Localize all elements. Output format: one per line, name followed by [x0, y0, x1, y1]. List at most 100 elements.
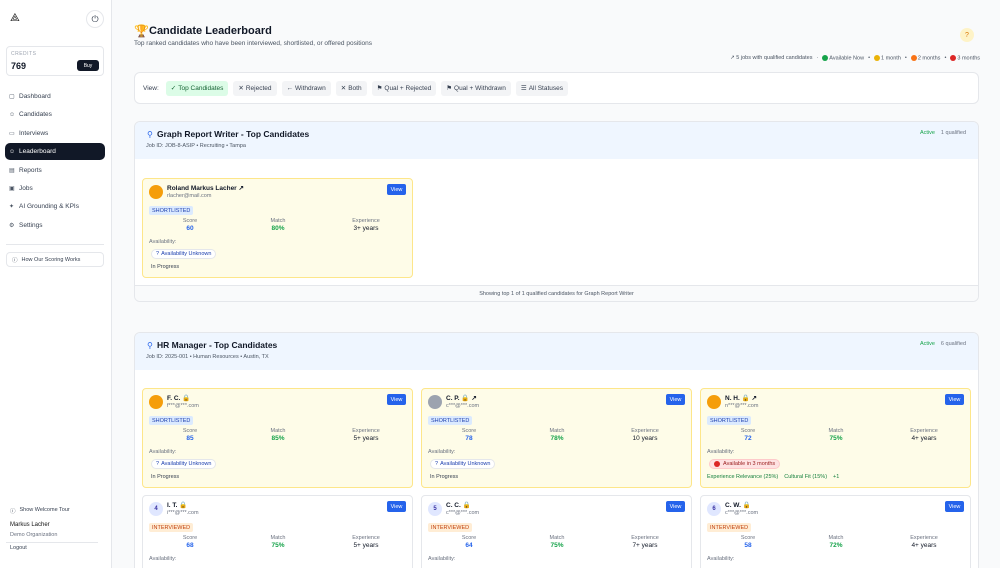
- user-org: Demo Organization: [10, 532, 58, 538]
- chip-label: Withdrawn: [295, 84, 326, 92]
- sidebar-item-leaderboard[interactable]: ☺ Leaderboard: [5, 143, 105, 161]
- filter-qual-withdrawn[interactable]: ⚑ Qual + Withdrawn: [441, 80, 511, 96]
- legend-dot: [910, 55, 917, 61]
- sidebar-item-label: Candidates: [19, 111, 52, 119]
- job-status: Active 1 qualified: [920, 130, 966, 136]
- app-logo-icon: ⟁: [10, 12, 20, 24]
- experience-stat: Experience 3+ years: [331, 218, 401, 232]
- filter-withdrawn[interactable]: ← Withdrawn: [281, 80, 331, 96]
- stat-label: Experience: [910, 535, 938, 541]
- sidebar-item-label: Jobs: [19, 184, 33, 192]
- candidate-email: i***@***.com: [167, 510, 199, 516]
- power-icon[interactable]: ⏻: [86, 10, 104, 28]
- candidate-card[interactable]: N. H. 🔒 ↗ n***@***.com View SHORTLISTED …: [700, 388, 971, 488]
- scoring-label: How Our Scoring Works: [21, 256, 81, 263]
- stat-value: 64: [465, 542, 473, 549]
- buy-credits-button[interactable]: Buy: [77, 60, 99, 71]
- red-dot-icon: [714, 461, 720, 467]
- sidebar-item-jobs[interactable]: ▣ Jobs: [5, 180, 105, 197]
- filter-both[interactable]: ✕ Both: [335, 80, 367, 96]
- sidebar-item-reports[interactable]: ▤ Reports: [5, 162, 105, 179]
- arrow-left-icon: ←: [286, 84, 294, 92]
- progress-status: In Progress: [151, 474, 180, 480]
- match-stat: Match 75%: [801, 428, 871, 442]
- experience-stat: Experience 4+ years: [889, 428, 959, 442]
- filter-all-statuses[interactable]: ☰ All Statuses: [515, 80, 569, 96]
- candidate-card[interactable]: Roland Markus Lacher ↗ rlacher@mail.com …: [142, 178, 413, 278]
- candidate-name: C. P. 🔒 ↗: [446, 395, 477, 402]
- job-section-header: ⚲ Graph Report Writer - Top Candidates J…: [135, 122, 978, 159]
- legend-item: 2 months: [910, 55, 940, 61]
- view-button[interactable]: View: [387, 501, 406, 512]
- availability-legend: ↗ 5 jobs with qualified candidates · Ava…: [730, 55, 980, 62]
- scoring-info-button[interactable]: ⓘ How Our Scoring Works: [6, 252, 104, 267]
- page-subtitle: Top ranked candidates who have been inte…: [134, 40, 372, 47]
- sidebar-item-interviews[interactable]: ▭ Interviews: [5, 125, 105, 142]
- section-footer: Showing top 1 of 1 qualified candidates …: [135, 285, 978, 301]
- info-icon: ⓘ: [12, 257, 18, 264]
- flag-icon: ⚑: [446, 85, 453, 92]
- availability-text: Availability Unknown: [440, 461, 491, 467]
- candidate-name: I. T. 🔒: [167, 502, 188, 509]
- legend-dot: [950, 55, 957, 61]
- view-button[interactable]: View: [387, 394, 406, 405]
- stat-value: 85: [186, 435, 194, 442]
- view-button[interactable]: View: [666, 394, 685, 405]
- help-icon[interactable]: ?: [960, 28, 974, 42]
- rank-badge: 6: [707, 502, 721, 516]
- candidate-card[interactable]: F. C. 🔒 f***@***.com View SHORTLISTED Sc…: [142, 388, 413, 488]
- job-title: Graph Report Writer - Top Candidates: [157, 129, 310, 139]
- stat-value: 75%: [829, 435, 843, 442]
- active-badge: Active: [919, 130, 935, 136]
- job-meta: Job ID: JOB-8-ASIP • Recruiting • Tampa: [146, 143, 246, 149]
- job-title: HR Manager - Top Candidates: [157, 340, 278, 350]
- candidate-card[interactable]: C. P. 🔒 ↗ c***@***.com View SHORTLISTED …: [421, 388, 692, 488]
- availability-label: Availability:: [428, 556, 456, 562]
- availability-label: Availability:: [149, 556, 177, 562]
- check-icon: ✓: [170, 85, 177, 92]
- stat-label: Score: [461, 535, 477, 541]
- candidate-name: Roland Markus Lacher ↗: [167, 185, 244, 192]
- status-badge: INTERVIEWED: [707, 523, 752, 532]
- view-button[interactable]: View: [666, 501, 685, 512]
- experience-stat: Experience 4+ years: [889, 535, 959, 549]
- candidate-card[interactable]: 4 I. T. 🔒 i***@***.com View INTERVIEWED …: [142, 495, 413, 568]
- availability-badge: ? Availability Unknown: [151, 459, 217, 469]
- view-button[interactable]: View: [945, 394, 964, 405]
- sidebar-item-candidates[interactable]: ☺ Candidates: [5, 106, 105, 123]
- stat-value: 4+ years: [911, 542, 937, 549]
- tour-label: Show Welcome Tour: [19, 507, 70, 513]
- chip-label: Top Candidates: [178, 84, 224, 92]
- match-stat: Match 80%: [243, 218, 313, 232]
- sidebar-item-label: Dashboard: [19, 93, 51, 100]
- view-filter-bar: View: ✓ Top Candidates ✕ Rejected ← Withdra…: [134, 72, 979, 104]
- filter-qual-rejected[interactable]: ⚑ Qual + Rejected: [371, 80, 437, 96]
- welcome-tour-button[interactable]: ⓘ Show Welcome Tour: [10, 507, 70, 515]
- sidebar-item-dashboard[interactable]: ▢ Dashboard: [5, 88, 105, 105]
- stat-value: 72: [744, 435, 752, 442]
- logout-button[interactable]: Logout: [10, 545, 27, 551]
- stat-value: 5+ years: [353, 435, 379, 442]
- progress-status: In Progress: [430, 474, 459, 480]
- users-icon: ☺: [9, 148, 16, 155]
- filter-top-candidates[interactable]: ✓ Top Candidates: [165, 80, 229, 96]
- filter-rejected[interactable]: ✕ Rejected: [233, 80, 277, 96]
- stat-value: 3+ years: [353, 225, 379, 232]
- view-button[interactable]: View: [945, 501, 964, 512]
- status-badge: INTERVIEWED: [149, 523, 194, 532]
- stat-label: Experience: [631, 428, 659, 434]
- sidebar-item-ai-grounding[interactable]: ✦ AI Grounding & KPIs: [5, 198, 105, 215]
- availability-badge: Available in 3 months: [709, 459, 781, 469]
- view-button[interactable]: View: [387, 184, 406, 195]
- stat-value: 78: [465, 435, 473, 442]
- match-stat: Match 75%: [522, 535, 592, 549]
- candidate-card[interactable]: 6 C. W. 🔒 c***@***.com View INTERVIEWED …: [700, 495, 971, 568]
- score-stat: Score 64: [434, 535, 504, 549]
- sidebar-item-settings[interactable]: ⚙ Settings: [5, 217, 105, 234]
- candidate-card[interactable]: 5 C. C. 🔒 c***@***.com View INTERVIEWED …: [421, 495, 692, 568]
- page-title: Candidate Leaderboard: [149, 25, 272, 37]
- candidate-email: c***@***.com: [725, 510, 759, 516]
- sparkle-icon: ✦: [9, 204, 15, 211]
- status-badge: SHORTLISTED: [149, 416, 194, 425]
- flag-icon: ⚑: [376, 85, 383, 92]
